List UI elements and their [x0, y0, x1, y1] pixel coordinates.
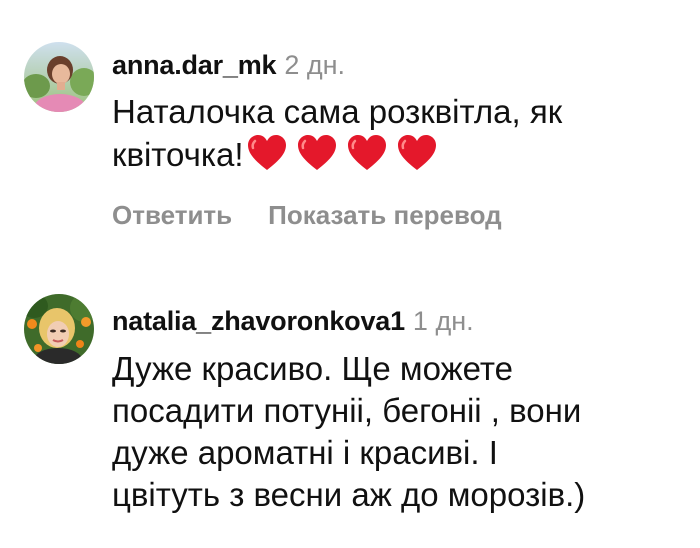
comment-text-line: дуже ароматні і красиві. І [112, 434, 498, 471]
comment-header: anna.dar_mk 2 дн. [112, 46, 680, 84]
heart-icon [247, 135, 286, 170]
comment-body: anna.dar_mk 2 дн. Наталочка сама розквітл… [112, 46, 680, 231]
timestamp: 2 дн. [284, 50, 346, 80]
heart-icon [297, 135, 336, 170]
reply-button[interactable]: Ответить [112, 200, 232, 230]
avatar-image [24, 42, 94, 112]
username[interactable]: natalia_zhavoronkova1 [112, 306, 405, 336]
comment-header: natalia_zhavoronkova1 1 дн. [112, 302, 680, 340]
comment-text-line: посадити потуніі, бегоніі , вони [112, 392, 582, 429]
comment-body: natalia_zhavoronkova1 1 дн. Дуже красиво.… [112, 302, 680, 516]
comment-text-line: цвітуть з весни аж до морозів.) [112, 476, 586, 513]
comment-actions: Ответить Показать перевод [112, 200, 680, 231]
avatar[interactable] [24, 42, 94, 112]
heart-icon [347, 135, 386, 170]
comment: anna.dar_mk 2 дн. Наталочка сама розквітл… [0, 0, 700, 260]
avatar[interactable] [24, 294, 94, 364]
comment: natalia_zhavoronkova1 1 дн. Дуже красиво.… [0, 280, 700, 548]
comment-text: Дуже красиво. Ще можете посадити потуніі… [112, 348, 680, 516]
comment-text: Наталочка сама розквітла, як квіточка! [112, 90, 680, 176]
heart-icon [397, 135, 436, 170]
comment-text-line: Дуже красиво. Ще можете [112, 350, 514, 387]
show-translation-button[interactable]: Показать перевод [268, 200, 502, 230]
username[interactable]: anna.dar_mk [112, 50, 277, 80]
avatar-image [24, 294, 94, 364]
timestamp: 1 дн. [412, 306, 474, 336]
